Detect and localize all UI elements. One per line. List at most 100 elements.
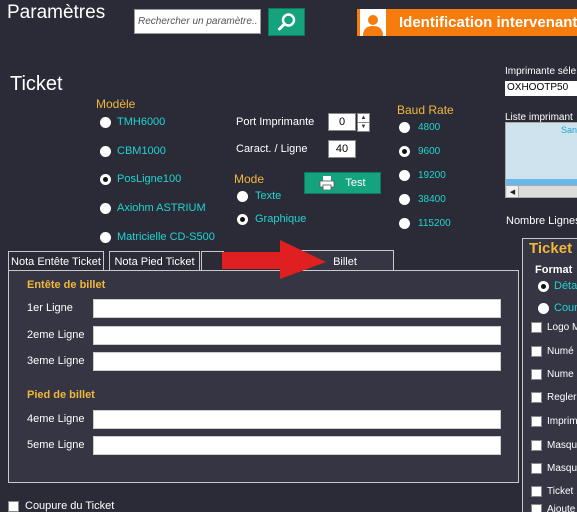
baud-option[interactable]: 115200 — [399, 218, 451, 229]
ticket-option-checkbox[interactable] — [531, 346, 542, 357]
tab-nota-entete[interactable]: Nota Entête Ticket — [8, 251, 104, 271]
format-option-2[interactable]: Cour — [538, 302, 577, 314]
ticket-option-checkbox[interactable] — [531, 504, 542, 512]
ticket-option-row[interactable]: Numé — [531, 346, 574, 357]
baud-radio[interactable] — [399, 218, 410, 229]
modele-label: Modèle — [96, 97, 136, 111]
ticket-option-row[interactable]: Ajoute — [531, 504, 575, 512]
pied-billet-label: Pied de billet — [27, 389, 95, 401]
ticket-option-label: Masqu — [547, 440, 577, 451]
search-icon — [277, 13, 295, 31]
coupure-checkbox[interactable] — [8, 500, 19, 512]
ticket-option-checkbox[interactable] — [531, 463, 542, 474]
model-option[interactable]: PosLigne100 — [100, 173, 181, 185]
identification-button[interactable]: Identification intervenant — [357, 9, 577, 36]
tab-nota-pied[interactable]: Nota Pied Ticket — [109, 251, 200, 271]
baud-option[interactable]: 38400 — [399, 194, 446, 205]
mode-radio[interactable] — [237, 213, 248, 225]
format-radio-1[interactable] — [538, 280, 549, 292]
ticket-option-label: Regler — [547, 392, 577, 403]
identification-label: Identification intervenant — [399, 14, 577, 31]
billet-line-label: 5eme Ligne — [27, 439, 85, 451]
baud-radio[interactable] — [399, 170, 410, 181]
ticket-option-checkbox[interactable] — [531, 440, 542, 451]
baud-radio[interactable] — [399, 122, 410, 133]
ticket-option-checkbox[interactable] — [531, 322, 542, 333]
test-button[interactable]: Test — [304, 172, 381, 194]
ticket-option-label: Masqu — [547, 463, 577, 474]
scroll-left-icon[interactable]: ◀ — [507, 186, 519, 197]
page-title: Paramètres — [7, 2, 106, 23]
ticket-option-row[interactable]: Logo M — [531, 322, 577, 333]
printer-selected-field[interactable]: OXHOOTP50 — [505, 81, 577, 96]
port-stepper[interactable]: ▲ ▼ — [357, 113, 370, 132]
model-radio[interactable] — [100, 145, 111, 157]
baud-radio[interactable] — [399, 146, 410, 157]
coupure-label: Coupure du Ticket — [25, 500, 115, 512]
ticket-option-row[interactable]: Imprim — [531, 416, 577, 427]
billet-line-label: 4eme Ligne — [27, 413, 85, 425]
billet-line-label: 1er Ligne — [27, 302, 73, 314]
model-radio[interactable] — [100, 116, 111, 128]
ticket-option-checkbox[interactable] — [531, 416, 542, 427]
ticket-option-label: Nume — [547, 369, 574, 380]
model-option-label: Axiohm ASTRIUM — [117, 202, 206, 214]
ticket-option-label: Ajoute — [547, 504, 576, 512]
baud-option[interactable]: 4800 — [399, 122, 440, 133]
ticket-option-label: Imprim — [547, 416, 577, 427]
search-button[interactable] — [268, 8, 305, 36]
billet-line-input[interactable] — [93, 436, 501, 455]
ticket-option-row[interactable]: Masqu — [531, 440, 577, 451]
ticket-option-row[interactable]: Masqu — [531, 463, 577, 474]
billet-line-input[interactable] — [93, 410, 501, 429]
entete-billet-label: Entête de billet — [27, 279, 106, 291]
mode-radio[interactable] — [237, 190, 248, 202]
mode-option-label: Graphique — [255, 213, 307, 225]
printer-selected-label: Imprimante séle — [505, 66, 577, 77]
caract-label: Caract. / Ligne — [236, 143, 308, 155]
ticket-option-row[interactable]: Regler — [531, 392, 576, 403]
user-icon — [360, 9, 386, 36]
baud-radio[interactable] — [399, 194, 410, 205]
model-option[interactable]: CBM1000 — [100, 145, 166, 157]
baud-option[interactable]: 9600 — [399, 146, 440, 157]
port-input[interactable]: 0 — [328, 113, 356, 131]
ticket-option-label: Logo M — [547, 322, 577, 333]
model-radio[interactable] — [100, 231, 111, 243]
format-option-1[interactable]: Déta — [538, 280, 577, 292]
mode-option[interactable]: Graphique — [237, 213, 306, 225]
model-option-label: PosLigne100 — [117, 173, 182, 185]
model-option[interactable]: Matricielle CD-S500 — [100, 231, 215, 243]
ticket-option-row[interactable]: Nume — [531, 369, 574, 380]
model-radio[interactable] — [100, 202, 111, 214]
ticket-options-title: Ticket — [529, 240, 573, 257]
ticket-section-title: Ticket — [10, 73, 63, 95]
format-radio-2[interactable] — [538, 302, 549, 314]
billet-line-input[interactable] — [93, 352, 501, 371]
search-input[interactable] — [134, 9, 261, 34]
model-option[interactable]: TMH6000 — [100, 116, 165, 128]
ticket-option-label: Ticket — [547, 486, 574, 497]
mode-option[interactable]: Texte — [237, 190, 281, 202]
model-option-label: TMH6000 — [117, 116, 166, 128]
baud-option-label: 38400 — [418, 194, 446, 205]
caract-input[interactable]: 40 — [328, 140, 356, 158]
model-option[interactable]: Axiohm ASTRIUM — [100, 202, 206, 214]
baud-option-label: 9600 — [418, 146, 441, 157]
nombre-lignes-label: Nombre Lignes — [506, 215, 577, 227]
printer-list[interactable]: San ◀ — [505, 122, 577, 198]
baud-option-label: 115200 — [418, 218, 451, 229]
ticket-option-checkbox[interactable] — [531, 486, 542, 497]
horizontal-scrollbar[interactable]: ◀ — [506, 185, 577, 197]
model-radio[interactable] — [100, 173, 111, 185]
baud-option[interactable]: 19200 — [399, 170, 446, 181]
model-option-label: CBM1000 — [117, 145, 166, 157]
ticket-option-row[interactable]: Ticket — [531, 486, 573, 497]
billet-line-input[interactable] — [93, 326, 501, 345]
ticket-option-checkbox[interactable] — [531, 392, 542, 403]
billet-line-label: 2eme Ligne — [27, 329, 85, 341]
printer-list-item[interactable]: San — [506, 123, 577, 179]
coupure-row[interactable]: Coupure du Ticket — [8, 500, 114, 512]
ticket-option-checkbox[interactable] — [531, 369, 542, 380]
billet-line-input[interactable] — [93, 299, 501, 318]
